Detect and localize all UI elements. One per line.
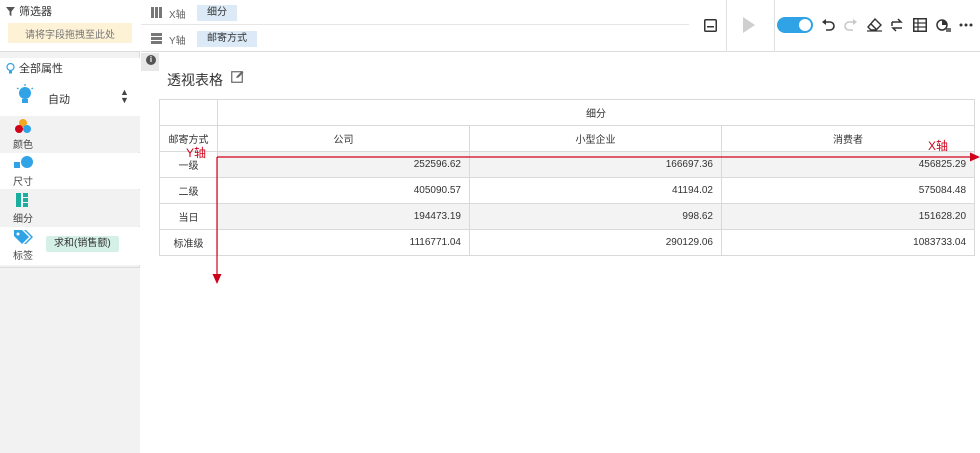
table-icon[interactable] bbox=[911, 16, 929, 34]
size-property-label: 尺寸 bbox=[13, 177, 33, 188]
column-header: 小型企业 bbox=[469, 125, 722, 152]
toolbar bbox=[689, 0, 980, 52]
value-cell: 405090.57 bbox=[217, 177, 470, 204]
header-row-group: 细分 bbox=[159, 99, 976, 126]
column-header: 公司 bbox=[217, 125, 470, 152]
value-cell: 456825.29 bbox=[720, 151, 976, 178]
value-cell: 41194.02 bbox=[469, 177, 722, 204]
edit-icon[interactable] bbox=[231, 70, 244, 83]
table-row: 一级 252596.62 166697.36 456825.29 bbox=[159, 151, 976, 178]
save-icon[interactable] bbox=[701, 16, 719, 34]
y-axis-label: Y轴 bbox=[169, 36, 186, 47]
x-axis-field-pill[interactable]: 细分 bbox=[197, 5, 237, 21]
header-row-columns: 邮寄方式 公司 小型企业 消费者 bbox=[159, 125, 976, 152]
toolbar-separator bbox=[726, 0, 727, 52]
auto-mark-icon bbox=[16, 84, 34, 103]
rows-icon bbox=[151, 33, 162, 44]
value-cell: 290129.06 bbox=[469, 229, 722, 256]
value-cell: 194473.19 bbox=[217, 203, 470, 230]
columns-icon bbox=[151, 7, 162, 18]
color-palette-icon bbox=[15, 119, 31, 133]
x-axis-label: X轴 bbox=[169, 10, 186, 21]
detail-property-label: 细分 bbox=[13, 214, 33, 225]
value-cell: 575084.48 bbox=[720, 177, 976, 204]
value-cell: 166697.36 bbox=[469, 151, 722, 178]
chart-title: 透视表格 bbox=[167, 72, 223, 88]
y-axis-field-pill[interactable]: 邮寄方式 bbox=[197, 31, 257, 47]
left-panel-empty bbox=[0, 267, 140, 453]
y-axis-shelf[interactable]: Y轴 邮寄方式 bbox=[141, 26, 689, 51]
lightbulb-icon bbox=[6, 62, 15, 73]
tag-icon bbox=[14, 230, 33, 244]
filter-drop-zone[interactable]: 请将字段拖拽至此处 bbox=[8, 23, 132, 43]
row-header-title: 邮寄方式 bbox=[159, 125, 218, 152]
detail-property[interactable]: 细分 bbox=[0, 190, 140, 226]
tag-property[interactable]: 标签 求和(销售额) bbox=[0, 227, 140, 265]
size-property[interactable]: 尺寸 bbox=[0, 153, 140, 189]
table-row: 标准级 1116771.04 290129.06 1083733.04 bbox=[159, 229, 976, 256]
color-property[interactable]: 颜色 bbox=[0, 116, 140, 152]
value-cell: 998.62 bbox=[469, 203, 722, 230]
filter-icon bbox=[6, 6, 15, 16]
eraser-icon[interactable] bbox=[865, 16, 883, 34]
tag-field-pill[interactable]: 求和(销售额) bbox=[46, 236, 119, 252]
select-caret-icon: ▲ ▼ bbox=[120, 87, 129, 105]
color-property-label: 颜色 bbox=[13, 140, 33, 151]
col-group-header: 细分 bbox=[216, 99, 976, 126]
left-panel: 筛选器 请将字段拖拽至此处 全部属性 自动 ▲ ▼ 颜色 尺寸 细分 标签 求和… bbox=[0, 0, 140, 453]
value-cell: 1083733.04 bbox=[720, 229, 976, 256]
table-row: 二级 405090.57 41194.02 575084.48 bbox=[159, 177, 976, 204]
value-cell: 151628.20 bbox=[720, 203, 976, 230]
column-header: 消费者 bbox=[720, 125, 976, 152]
properties-title: 全部属性 bbox=[19, 63, 63, 75]
tag-property-label: 标签 bbox=[13, 251, 33, 262]
pivot-table: 细分 邮寄方式 公司 小型企业 消费者 一级 252596.62 166697.… bbox=[159, 99, 976, 256]
mark-type-value: 自动 bbox=[48, 94, 70, 106]
table-row: 当日 194473.19 998.62 151628.20 bbox=[159, 203, 976, 230]
redo-icon[interactable] bbox=[842, 16, 860, 34]
x-axis-shelf[interactable]: X轴 细分 bbox=[141, 0, 689, 25]
auto-refresh-toggle[interactable] bbox=[777, 17, 813, 33]
value-cell: 1116771.04 bbox=[217, 229, 470, 256]
swap-axes-icon[interactable] bbox=[888, 16, 906, 34]
toolbar-separator bbox=[774, 0, 775, 52]
filter-title: 筛选器 bbox=[19, 6, 52, 18]
row-label: 标准级 bbox=[159, 229, 218, 256]
play-icon[interactable] bbox=[740, 16, 758, 34]
filter-header: 筛选器 bbox=[0, 0, 140, 22]
corner-cell bbox=[159, 99, 218, 126]
chart-switch-icon[interactable] bbox=[934, 16, 952, 34]
row-label: 一级 bbox=[159, 151, 218, 178]
info-badge[interactable]: i bbox=[141, 53, 159, 71]
row-label: 二级 bbox=[159, 177, 218, 204]
size-icon bbox=[14, 156, 33, 168]
properties-header[interactable]: 全部属性 bbox=[0, 58, 140, 78]
more-icon[interactable] bbox=[957, 16, 975, 34]
axes-shelf: X轴 细分 Y轴 邮寄方式 bbox=[141, 0, 689, 52]
row-label: 当日 bbox=[159, 203, 218, 230]
value-cell: 252596.62 bbox=[217, 151, 470, 178]
detail-icon bbox=[16, 193, 28, 207]
chart-canvas: i 透视表格 细分 邮寄方式 公司 小型企业 消费者 一级 252596.62 … bbox=[141, 53, 980, 453]
mark-type-select[interactable]: 自动 ▲ ▼ bbox=[0, 78, 140, 116]
undo-icon[interactable] bbox=[819, 16, 837, 34]
info-icon: i bbox=[146, 55, 156, 65]
